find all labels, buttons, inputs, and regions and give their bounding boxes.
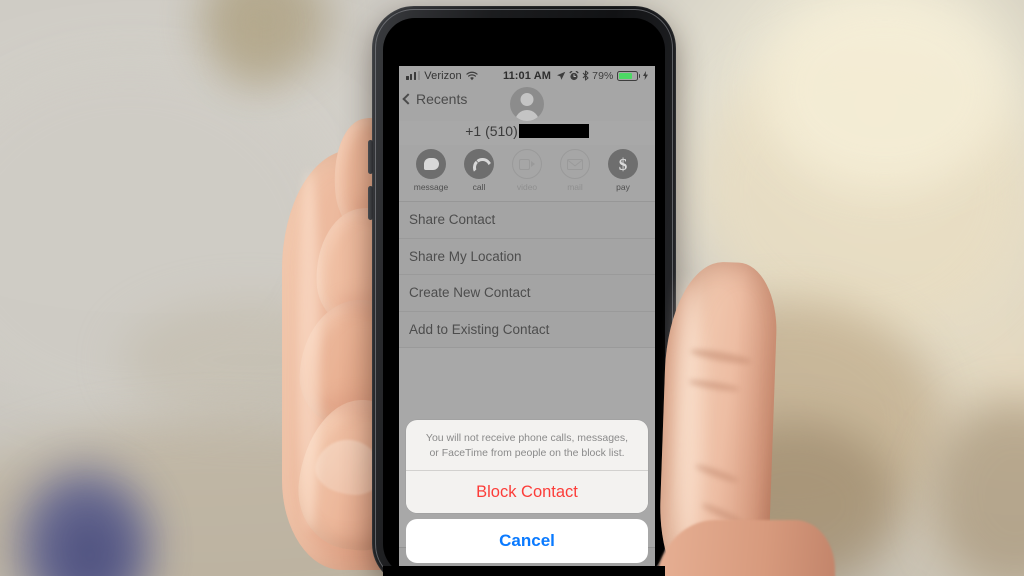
action-sheet-message-line-1: You will not receive phone calls, messag… — [425, 432, 629, 445]
status-bar-clock: 11:01 AM — [502, 69, 552, 82]
lightning-bolt-icon — [643, 71, 648, 80]
action-sheet-message-line-2: or FaceTime from people on the block lis… — [429, 446, 625, 459]
menu-item-label: Share Contact — [409, 212, 496, 228]
menu-item-share-contact[interactable]: Share Contact — [399, 202, 655, 239]
quick-action-mail: mail — [554, 149, 596, 192]
envelope-icon — [560, 149, 590, 179]
navigation-bar: Recents — [399, 85, 655, 121]
battery-cap — [638, 73, 640, 78]
finger-highlight — [298, 170, 320, 530]
menu-item-label: Add to Existing Contact — [409, 321, 550, 337]
phone-bottom-black-area — [383, 566, 665, 576]
signal-bars-icon — [406, 71, 421, 80]
carrier-label: Verizon — [424, 69, 462, 82]
contact-phone-number: +1 (510) — [399, 121, 655, 145]
bluetooth-icon — [582, 70, 589, 81]
chevron-left-icon — [402, 93, 414, 105]
location-arrow-icon — [557, 71, 566, 80]
status-bar: Verizon 11:01 AM 79% — [399, 66, 655, 85]
back-button-label: Recents — [416, 91, 468, 107]
phone-handset-icon — [464, 149, 494, 179]
video-camera-icon — [512, 149, 542, 179]
quick-action-label: call — [472, 182, 486, 192]
quick-action-row: message call video mail $ pay — [399, 145, 655, 201]
volume-down-button[interactable] — [368, 186, 373, 220]
quick-action-video: video — [506, 149, 548, 192]
back-button-recents[interactable]: Recents — [402, 91, 468, 107]
thumb-highlight — [676, 280, 702, 560]
phone-number-text: +1 (510) — [465, 123, 518, 139]
contact-options-list: Share Contact Share My Location Create N… — [399, 201, 655, 348]
avatar-head — [520, 93, 534, 106]
quick-action-label: message — [413, 182, 449, 192]
action-sheet-card: You will not receive phone calls, messag… — [406, 420, 648, 513]
battery-icon — [616, 70, 638, 81]
block-contact-action-sheet: You will not receive phone calls, messag… — [399, 420, 655, 566]
action-sheet-message: You will not receive phone calls, messag… — [406, 420, 648, 471]
contact-avatar-icon[interactable] — [510, 87, 544, 121]
avatar-body — [515, 110, 539, 121]
block-contact-button[interactable]: Block Contact — [406, 471, 648, 513]
menu-item-add-to-existing-contact[interactable]: Add to Existing Contact — [399, 312, 655, 348]
redaction-bar — [518, 124, 589, 138]
quick-action-message[interactable]: message — [410, 149, 452, 192]
cancel-label: Cancel — [499, 531, 555, 550]
menu-item-label: Create New Contact — [409, 285, 531, 301]
menu-item-label: Share My Location — [409, 248, 522, 264]
phone-screen: Verizon 11:01 AM 79% Recents +1 (510) me… — [399, 66, 655, 566]
alarm-clock-icon — [569, 70, 579, 80]
battery-percent-label: 79% — [592, 69, 614, 82]
cancel-button[interactable]: Cancel — [406, 519, 648, 563]
message-bubble-icon — [416, 149, 446, 179]
block-contact-label: Block Contact — [476, 482, 578, 501]
quick-action-label: mail — [567, 182, 583, 192]
dollar-sign-icon: $ — [608, 149, 638, 179]
quick-action-pay[interactable]: $ pay — [602, 149, 644, 192]
quick-action-call[interactable]: call — [458, 149, 500, 192]
menu-item-create-new-contact[interactable]: Create New Contact — [399, 275, 655, 312]
wifi-icon — [466, 71, 478, 80]
quick-action-label: pay — [616, 182, 630, 192]
volume-up-button[interactable] — [368, 140, 373, 174]
quick-action-label: video — [516, 182, 538, 192]
menu-item-share-my-location[interactable]: Share My Location — [399, 239, 655, 275]
